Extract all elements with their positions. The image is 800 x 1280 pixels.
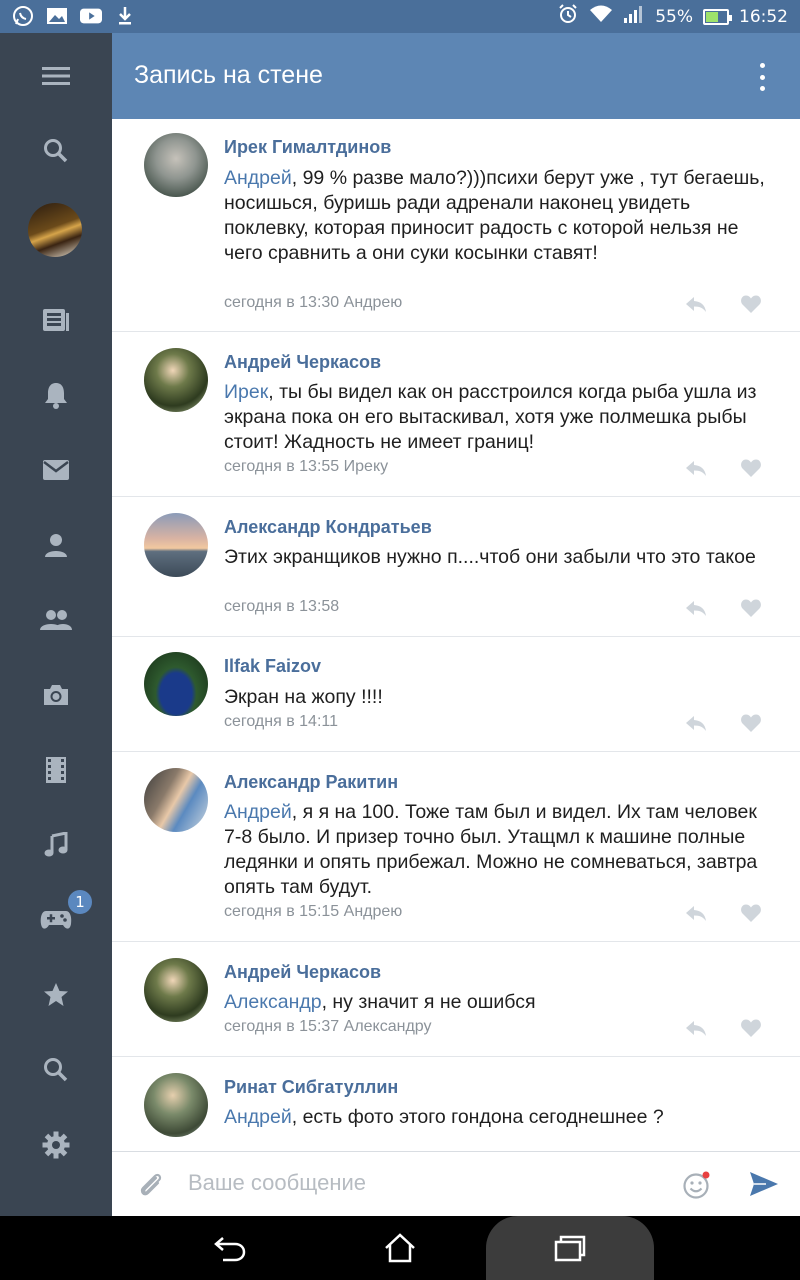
search-icon[interactable]	[0, 121, 112, 181]
comment-text: Андрей, я я на 100. Тоже там был и видел…	[224, 801, 758, 898]
favorites-icon[interactable]	[0, 965, 112, 1025]
comment-text: Александр, ну значит я не ошибся	[224, 991, 536, 1013]
battery-percent: 55%	[655, 6, 693, 27]
like-icon[interactable]	[740, 713, 764, 733]
comment-item: Андрей Черкасов Александр, ну значит я н…	[112, 942, 800, 1057]
comment-text: Андрей, есть фото этого гондона сегоднеш…	[224, 1106, 664, 1128]
avatar[interactable]	[28, 203, 82, 257]
comment-meta: сегодня в 15:15 Андрею	[224, 903, 403, 920]
send-icon[interactable]	[748, 1170, 780, 1200]
attach-icon[interactable]	[136, 1170, 166, 1200]
comment-item: Ilfak Faizov Экран на жопу !!!! сегодня …	[112, 637, 800, 752]
comment-item: Ирек Гималтдинов Андрей, 99 % разве мало…	[112, 119, 800, 332]
avatar[interactable]	[144, 133, 208, 197]
comment-text: Экран на жопу !!!!	[224, 686, 383, 708]
app-header: Запись на стене	[112, 33, 800, 119]
comment-author[interactable]: Ринат Сибгатуллин	[224, 1077, 398, 1098]
friends-icon[interactable]	[0, 590, 112, 650]
reply-icon[interactable]	[684, 294, 708, 314]
recents-icon[interactable]	[540, 1216, 600, 1280]
avatar[interactable]	[144, 513, 208, 577]
messages-icon[interactable]	[0, 440, 112, 500]
photos-icon[interactable]	[0, 665, 112, 725]
comment-author[interactable]: Ilfak Faizov	[224, 656, 321, 677]
comment-meta: сегодня в 14:11	[224, 713, 339, 730]
youtube-icon	[80, 5, 102, 27]
like-icon[interactable]	[740, 1018, 764, 1038]
comment-meta: сегодня в 13:58	[224, 598, 340, 615]
more-options-icon[interactable]	[754, 63, 770, 91]
alarm-icon	[557, 3, 579, 30]
emoji-icon[interactable]	[682, 1170, 710, 1199]
avatar[interactable]	[144, 348, 208, 412]
back-icon[interactable]	[200, 1216, 260, 1280]
comment-item: Андрей Черкасов Ирек, ты бы видел как он…	[112, 332, 800, 497]
profile-icon[interactable]	[0, 515, 112, 575]
reply-icon[interactable]	[684, 458, 708, 478]
reply-icon[interactable]	[684, 598, 708, 618]
videos-icon[interactable]	[0, 740, 112, 800]
menu-icon[interactable]	[0, 46, 112, 106]
comment-mention[interactable]: Андрей	[224, 167, 292, 189]
status-bar: 55% 16:52	[0, 0, 800, 33]
comment-author[interactable]: Александр Ракитин	[224, 772, 398, 793]
battery-icon	[703, 8, 732, 25]
clock: 16:52	[739, 6, 788, 27]
settings-icon[interactable]	[0, 1115, 112, 1175]
like-icon[interactable]	[740, 598, 764, 618]
news-icon[interactable]	[0, 290, 112, 350]
wifi-icon	[589, 4, 613, 29]
comment-text: Этих экранщиков нужно п....чтоб они забы…	[224, 546, 756, 568]
comment-item: Александр Кондратьев Этих экранщиков нуж…	[112, 497, 800, 637]
reply-icon[interactable]	[684, 1018, 708, 1038]
gallery-icon	[46, 5, 68, 27]
comment-item: Ринат Сибгатуллин Андрей, есть фото этог…	[112, 1057, 800, 1151]
message-compose-bar: Ваше сообщение	[112, 1151, 800, 1216]
message-input[interactable]: Ваше сообщение	[188, 1170, 658, 1200]
system-nav-bar	[0, 1216, 800, 1280]
comment-mention[interactable]: Андрей	[224, 801, 292, 823]
whatsapp-icon	[12, 5, 34, 27]
download-icon	[114, 5, 136, 27]
page-title: Запись на стене	[134, 61, 323, 89]
home-icon[interactable]	[370, 1216, 430, 1280]
reply-icon[interactable]	[684, 713, 708, 733]
signal-icon	[623, 4, 645, 29]
left-sidebar: 1	[0, 33, 112, 1216]
comment-author[interactable]: Александр Кондратьев	[224, 517, 432, 538]
comment-meta: сегодня в 13:30 Андрею	[224, 294, 403, 311]
reply-icon[interactable]	[684, 903, 708, 923]
comment-meta: сегодня в 13:55 Иреку	[224, 458, 389, 475]
comment-item: Александр Ракитин Андрей, я я на 100. То…	[112, 752, 800, 942]
games-badge: 1	[66, 888, 94, 916]
comment-author[interactable]: Ирек Гималтдинов	[224, 137, 391, 158]
avatar[interactable]	[144, 1073, 208, 1137]
comment-author[interactable]: Андрей Черкасов	[224, 352, 381, 373]
like-icon[interactable]	[740, 903, 764, 923]
comment-mention[interactable]: Ирек	[224, 381, 268, 403]
comments-list: Ирек Гималтдинов Андрей, 99 % разве мало…	[112, 119, 800, 1151]
like-icon[interactable]	[740, 458, 764, 478]
comment-mention[interactable]: Андрей	[224, 1106, 292, 1128]
comment-text: Андрей, 99 % разве мало?)))психи берут у…	[224, 167, 765, 264]
notifications-icon[interactable]	[0, 365, 112, 425]
avatar[interactable]	[144, 958, 208, 1022]
avatar[interactable]	[144, 768, 208, 832]
avatar[interactable]	[144, 652, 208, 716]
comment-author[interactable]: Андрей Черкасов	[224, 962, 381, 983]
search-icon[interactable]	[0, 1040, 112, 1100]
like-icon[interactable]	[740, 294, 764, 314]
comment-mention[interactable]: Александр	[224, 991, 322, 1013]
comment-meta: сегодня в 15:37 Александру	[224, 1018, 432, 1035]
comment-text: Ирек, ты бы видел как он расстроился ког…	[224, 381, 757, 453]
games-icon[interactable]	[0, 890, 112, 950]
music-icon[interactable]	[0, 815, 112, 875]
